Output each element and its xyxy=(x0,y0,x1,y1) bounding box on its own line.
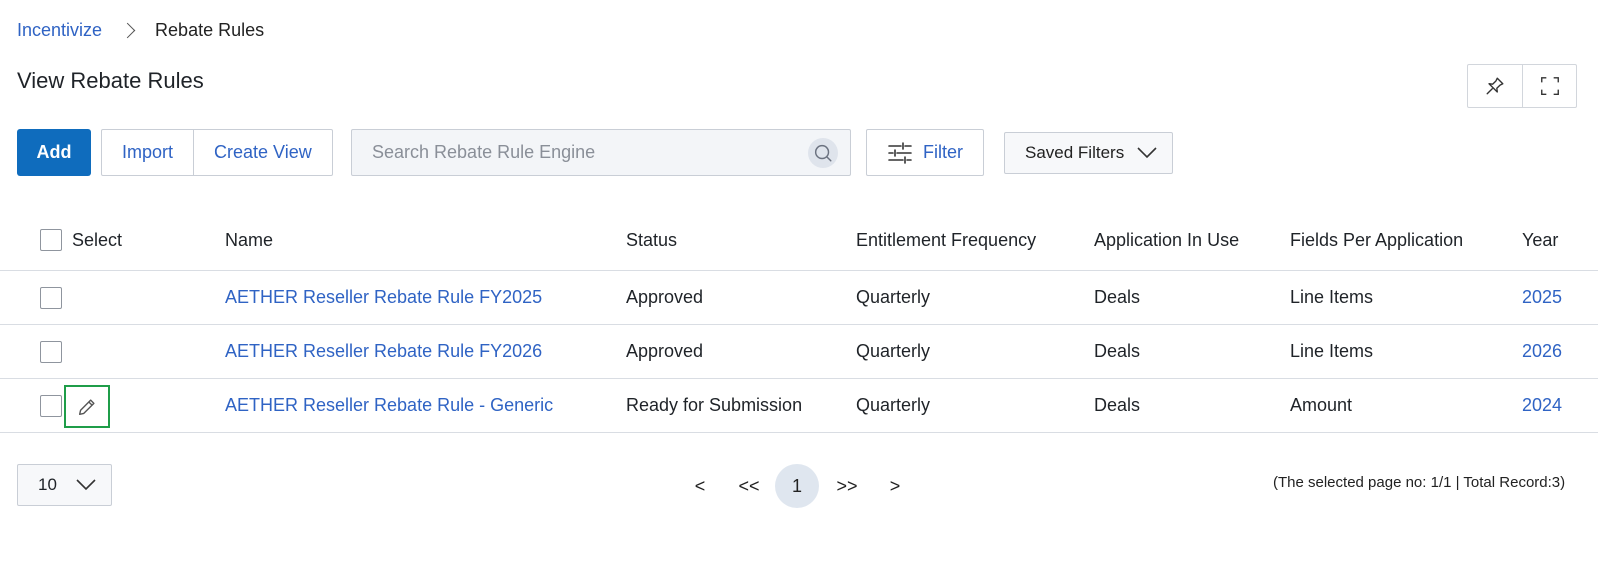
year-link[interactable]: 2026 xyxy=(1522,325,1562,378)
row-select-cell xyxy=(40,271,62,324)
create-view-button[interactable]: Create View xyxy=(193,130,332,175)
frequency-cell: Quarterly xyxy=(856,395,931,415)
filter-button[interactable]: Filter xyxy=(866,129,984,176)
rebate-rules-table: Select Name Status Entitlement Frequency… xyxy=(0,210,1598,433)
table-row: AETHER Reseller Rebate Rule FY2026 Appro… xyxy=(0,325,1598,379)
search-input[interactable] xyxy=(352,130,808,175)
year-link[interactable]: 2024 xyxy=(1522,379,1562,432)
row-checkbox[interactable] xyxy=(40,394,62,417)
application-cell: Deals xyxy=(1094,287,1141,307)
search-icon xyxy=(814,144,832,162)
last-page-button[interactable]: >> xyxy=(831,464,863,508)
search-button[interactable] xyxy=(808,137,838,168)
table-row: AETHER Reseller Rebate Rule - Generic Re… xyxy=(0,379,1598,433)
action-button-group: Import Create View xyxy=(101,129,333,176)
fullscreen-icon xyxy=(1540,77,1559,95)
breadcrumb-incentivize-link[interactable]: Incentivize xyxy=(17,20,102,41)
fields-cell: Line Items xyxy=(1290,341,1374,361)
application-column-header[interactable]: Application In Use xyxy=(1094,210,1239,270)
frequency-cell: Quarterly xyxy=(856,287,931,307)
pencil-icon xyxy=(78,398,95,415)
rule-name-link[interactable]: AETHER Reseller Rebate Rule - Generic xyxy=(225,379,553,432)
first-page-button[interactable]: << xyxy=(733,464,765,508)
breadcrumb: Incentivize Rebate Rules xyxy=(17,18,264,42)
select-all-checkbox[interactable] xyxy=(40,229,62,251)
fields-cell: Amount xyxy=(1290,395,1353,415)
saved-filters-label: Saved Filters xyxy=(1025,143,1125,162)
import-button[interactable]: Import xyxy=(102,130,193,175)
row-checkbox[interactable] xyxy=(40,340,62,363)
rule-name-link[interactable]: AETHER Reseller Rebate Rule FY2025 xyxy=(225,271,542,324)
fields-cell: Line Items xyxy=(1290,287,1374,307)
saved-filters-dropdown[interactable]: Saved Filters xyxy=(1004,132,1173,174)
page-title: View Rebate Rules xyxy=(17,68,204,93)
pin-icon xyxy=(1486,77,1504,95)
page-info: (The selected page no: 1/1 | Total Recor… xyxy=(1273,474,1566,491)
pin-button[interactable] xyxy=(1468,65,1522,107)
frequency-cell: Quarterly xyxy=(856,341,931,361)
application-cell: Deals xyxy=(1094,395,1141,415)
rule-name-link[interactable]: AETHER Reseller Rebate Rule FY2026 xyxy=(225,325,542,378)
status-cell: Approved xyxy=(626,287,704,307)
frequency-column-header[interactable]: Entitlement Frequency xyxy=(856,210,1036,270)
row-select-cell xyxy=(40,325,62,378)
chevron-down-icon xyxy=(1137,147,1157,159)
edit-row-button[interactable] xyxy=(64,385,110,428)
select-header-label: Select xyxy=(72,229,123,250)
view-actions xyxy=(1467,64,1577,108)
year-column-header[interactable]: Year xyxy=(1522,210,1558,270)
next-page-button[interactable]: > xyxy=(884,464,906,508)
year-link[interactable]: 2025 xyxy=(1522,271,1562,324)
application-cell: Deals xyxy=(1094,341,1141,361)
add-button[interactable]: Add xyxy=(17,129,91,176)
status-cell: Approved xyxy=(626,341,704,361)
row-checkbox[interactable] xyxy=(40,286,62,309)
sliders-icon xyxy=(888,141,912,164)
table-row: AETHER Reseller Rebate Rule FY2025 Appro… xyxy=(0,271,1598,325)
row-select-cell xyxy=(40,379,62,432)
prev-page-button[interactable]: < xyxy=(689,464,711,508)
fullscreen-button[interactable] xyxy=(1522,65,1576,107)
search-box xyxy=(351,129,851,176)
breadcrumb-current: Rebate Rules xyxy=(155,19,265,40)
table-header-row: Select Name Status Entitlement Frequency… xyxy=(0,210,1598,271)
filter-label: Filter xyxy=(923,142,963,162)
fields-column-header[interactable]: Fields Per Application xyxy=(1290,210,1463,270)
status-cell: Ready for Submission xyxy=(626,395,803,415)
select-column-header: Select xyxy=(40,210,122,270)
current-page-button[interactable]: 1 xyxy=(775,464,819,508)
chevron-right-icon xyxy=(119,22,136,38)
name-column-header[interactable]: Name xyxy=(225,210,273,270)
status-column-header[interactable]: Status xyxy=(626,210,677,270)
